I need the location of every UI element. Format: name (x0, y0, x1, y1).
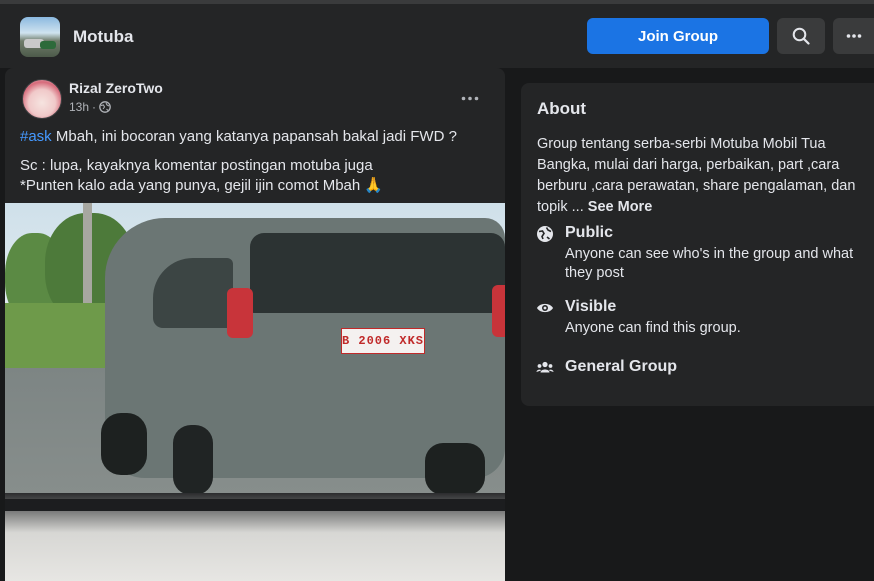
group-thumbnail[interactable] (20, 17, 60, 57)
eye-icon (535, 298, 555, 318)
join-group-button[interactable]: Join Group (587, 18, 769, 54)
post-card: Rizal ZeroTwo 13h · #ask Mbah, ini bocor… (5, 68, 505, 581)
globe-icon (535, 224, 555, 244)
post-line-1-text: Mbah, ini bocoran yang katanya papansah … (51, 128, 457, 145)
photo-car-taillight (492, 285, 505, 337)
see-more-link[interactable]: See More (588, 199, 652, 215)
photo-car-wheel (425, 443, 485, 495)
search-button[interactable] (777, 18, 825, 54)
about-item-description: Anyone can find this group. (565, 320, 741, 336)
post-photo[interactable]: B 2006 XKS (5, 203, 505, 581)
post-line-1: #ask Mbah, ini bocoran yang katanya papa… (20, 127, 495, 147)
photo-car-side-window (153, 258, 233, 328)
post-author[interactable]: Rizal ZeroTwo (69, 80, 163, 96)
post-line-2-text: Sc : lupa, kayaknya komentar postingan m… (20, 157, 373, 174)
about-title: About (537, 99, 587, 118)
post-line-3-text: *Punten kalo ada yang punya, gejil ijin … (20, 177, 384, 194)
group-name[interactable]: Motuba (73, 27, 133, 47)
top-bar: Motuba Join Group (0, 0, 874, 68)
about-item-label: Visible (565, 298, 617, 315)
thumbnail-car-green (40, 41, 56, 49)
post-time[interactable]: 13h (69, 100, 89, 114)
about-panel: About Group tentang serba-serbi Motuba M… (521, 83, 874, 406)
photo-car-wheel (101, 413, 147, 475)
more-icon (846, 34, 861, 38)
post-body: #ask Mbah, ini bocoran yang katanya papa… (20, 127, 495, 196)
about-description: Group tentang serba-serbi Motuba Mobil T… (537, 134, 869, 218)
meta-separator: · (92, 100, 97, 114)
more-icon (461, 96, 479, 100)
globe-icon (99, 101, 111, 113)
about-item-label: General Group (565, 358, 678, 375)
more-options-button[interactable] (833, 18, 874, 54)
post-options-button[interactable] (455, 88, 485, 108)
search-icon (792, 27, 810, 45)
about-item-label: Public (565, 224, 614, 241)
about-description-text: Group tentang serba-serbi Motuba Mobil T… (537, 136, 856, 215)
photo-dashboard-edge (5, 499, 505, 511)
post-line-2: Sc : lupa, kayaknya komentar postingan m… (20, 156, 495, 196)
photo-license-plate: B 2006 XKS (341, 328, 425, 354)
photo-car-rear-window (250, 233, 505, 313)
post-meta: 13h · (69, 100, 111, 114)
hashtag-link[interactable]: #ask (20, 128, 52, 145)
about-item-description: Anyone can see who's in the group and wh… (565, 246, 854, 281)
people-icon (535, 358, 555, 378)
photo-car-wheel (173, 425, 213, 495)
photo-car-taillight (227, 288, 253, 338)
author-avatar[interactable] (22, 79, 62, 119)
